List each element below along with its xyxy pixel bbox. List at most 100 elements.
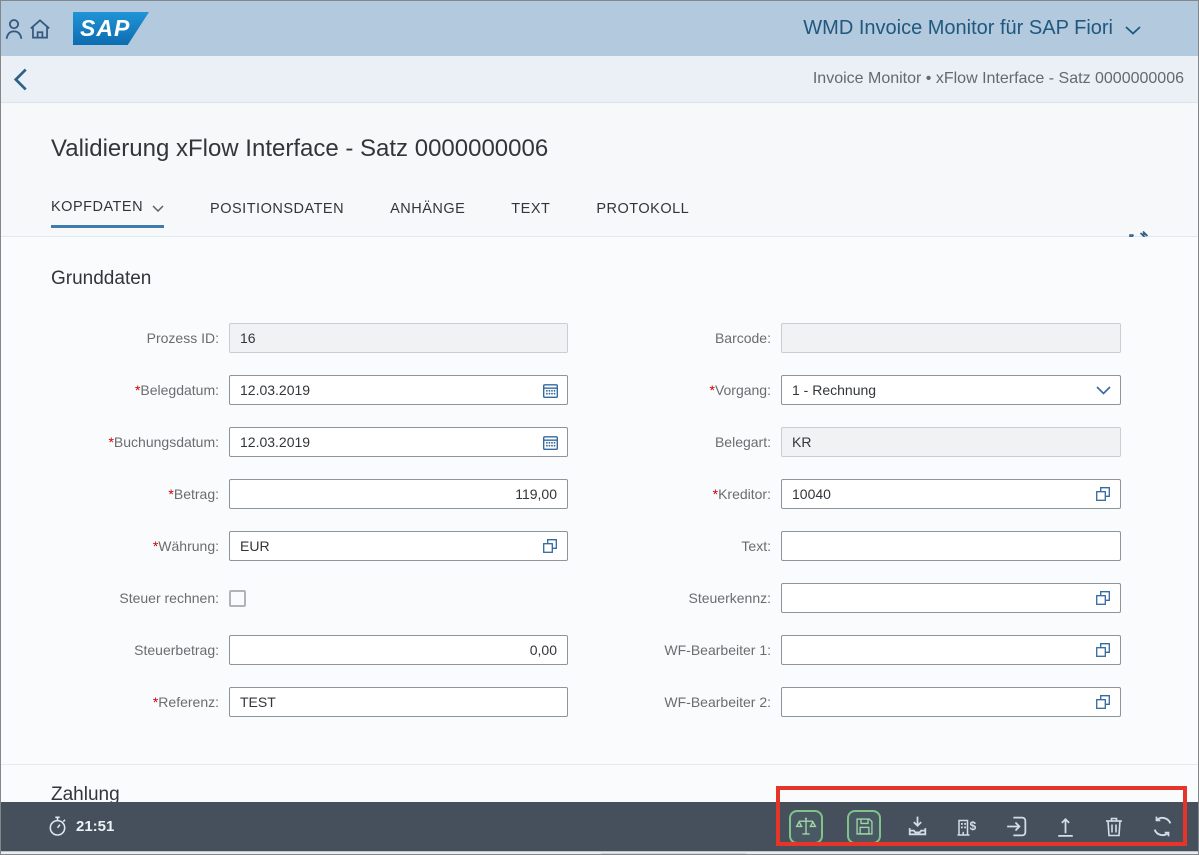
- form-column-left: Prozess ID: *Belegdatum:: [51, 323, 568, 717]
- footer-toolbar: 21:51: [1, 802, 1199, 851]
- field-label: *Buchungsdatum:: [51, 434, 219, 450]
- chevron-down-icon: [152, 205, 164, 212]
- steuerbetrag-input[interactable]: [229, 635, 568, 665]
- field-referenz: *Referenz:: [51, 687, 568, 717]
- field-waehrung: *Währung:: [51, 531, 568, 561]
- field-label: *Belegdatum:: [51, 382, 219, 398]
- field-buchungsdatum: *Buchungsdatum:: [51, 427, 568, 457]
- field-label: Steuerbetrag:: [51, 642, 219, 658]
- tab-strip: KOPFDATEN POSITIONSDATEN ANHÄNGE TEXT PR…: [51, 199, 1198, 228]
- field-label: *Währung:: [51, 538, 219, 554]
- calendar-icon[interactable]: [533, 428, 567, 456]
- prozess-id-input: [229, 323, 568, 353]
- tab-text[interactable]: TEXT: [511, 199, 550, 228]
- field-belegdatum: *Belegdatum:: [51, 375, 568, 405]
- delete-button[interactable]: [1102, 814, 1126, 839]
- timer-value: 21:51: [76, 818, 114, 835]
- field-betrag: *Betrag:: [51, 479, 568, 509]
- form-column-right: Barcode: *Vorgang: Belegart: *K: [611, 323, 1121, 717]
- steuerkennz-input[interactable]: [781, 583, 1121, 613]
- betrag-input[interactable]: [229, 479, 568, 509]
- field-label: Barcode:: [611, 330, 771, 346]
- transfer-button[interactable]: [1004, 814, 1029, 839]
- upload-button[interactable]: [1053, 814, 1078, 839]
- field-label: Steuerkennz:: [611, 590, 771, 606]
- field-label: *Vorgang:: [611, 382, 771, 398]
- value-help-icon[interactable]: [533, 532, 567, 560]
- buchungsdatum-input[interactable]: [229, 427, 568, 457]
- field-label: *Betrag:: [51, 486, 219, 502]
- field-label: WF-Bearbeiter 2:: [611, 694, 771, 710]
- wf-bearbeiter-2-input[interactable]: [781, 687, 1121, 717]
- field-prozess-id: Prozess ID:: [51, 323, 568, 353]
- referenz-input[interactable]: [229, 687, 568, 717]
- download-tray-icon: [905, 814, 930, 839]
- field-wf-bearbeiter-2: WF-Bearbeiter 2:: [611, 687, 1121, 717]
- belegdatum-input[interactable]: [229, 375, 568, 405]
- field-label: Prozess ID:: [51, 330, 219, 346]
- page-title: Validierung xFlow Interface - Satz 00000…: [51, 103, 1198, 163]
- user-profile-button[interactable]: [1, 15, 27, 43]
- waehrung-input[interactable]: [229, 531, 568, 561]
- tab-label: PROTOKOLL: [596, 201, 689, 217]
- section-title-grunddaten: Grunddaten: [51, 268, 1198, 290]
- field-steuer-rechnen: Steuer rechnen:: [51, 583, 568, 613]
- chevron-left-icon: [13, 68, 28, 91]
- field-steuerkennz: Steuerkennz:: [611, 583, 1121, 613]
- steuer-rechnen-checkbox[interactable]: [229, 590, 246, 607]
- field-text: Text:: [611, 531, 1121, 561]
- chevron-down-icon: [1125, 23, 1141, 35]
- belegart-input: [781, 427, 1121, 457]
- section-divider: [1, 764, 1198, 765]
- recording-timer: 21:51: [47, 815, 114, 838]
- sync-arrows-icon: [1150, 814, 1175, 839]
- tab-label: POSITIONSDATEN: [210, 201, 344, 217]
- app-window: SAP WMD Invoice Monitor für SAP Fiori In…: [0, 0, 1199, 855]
- trash-icon: [1102, 814, 1126, 839]
- simulate-button[interactable]: [789, 810, 823, 844]
- field-label: Steuer rechnen:: [51, 590, 219, 606]
- svg-text:$: $: [970, 819, 977, 833]
- field-steuerbetrag: Steuerbetrag:: [51, 635, 568, 665]
- stopwatch-icon: [47, 815, 68, 838]
- kreditor-input[interactable]: [781, 479, 1121, 509]
- person-icon: [1, 15, 27, 43]
- tab-label: ANHÄNGE: [390, 201, 465, 217]
- breadcrumb: Invoice Monitor • xFlow Interface - Satz…: [813, 70, 1184, 88]
- building-dollar-icon: $: [954, 814, 980, 839]
- download-button[interactable]: [905, 814, 930, 839]
- value-help-icon[interactable]: [1086, 688, 1120, 716]
- field-belegart: Belegart:: [611, 427, 1121, 457]
- save-button[interactable]: [847, 810, 881, 844]
- barcode-input: [781, 323, 1121, 353]
- field-vorgang: *Vorgang:: [611, 375, 1121, 405]
- home-button[interactable]: [27, 16, 53, 42]
- tab-protokoll[interactable]: PROTOKOLL: [596, 199, 689, 228]
- calendar-icon[interactable]: [533, 376, 567, 404]
- page-header: Validierung xFlow Interface - Satz 00000…: [1, 103, 1198, 237]
- field-label: WF-Bearbeiter 1:: [611, 642, 771, 658]
- chevron-down-icon[interactable]: [1086, 376, 1120, 404]
- footer-tools: $: [789, 810, 1175, 844]
- value-help-icon[interactable]: [1086, 480, 1120, 508]
- sap-logo-text: SAP: [80, 15, 130, 42]
- text-input[interactable]: [781, 531, 1121, 561]
- scales-icon: [795, 816, 817, 838]
- tab-anhaenge[interactable]: ANHÄNGE: [390, 199, 465, 228]
- vorgang-select[interactable]: [781, 375, 1121, 405]
- refresh-button[interactable]: [1150, 814, 1175, 839]
- value-help-icon[interactable]: [1086, 636, 1120, 664]
- app-title-menu[interactable]: WMD Invoice Monitor für SAP Fiori: [803, 1, 1141, 56]
- payment-button[interactable]: $: [954, 814, 980, 839]
- form-content: Grunddaten Prozess ID: *Belegdatum:: [1, 237, 1198, 855]
- value-help-icon[interactable]: [1086, 584, 1120, 612]
- field-kreditor: *Kreditor:: [611, 479, 1121, 509]
- tab-kopfdaten[interactable]: KOPFDATEN: [51, 199, 164, 228]
- sap-logo: SAP: [73, 12, 149, 45]
- navigation-bar: Invoice Monitor • xFlow Interface - Satz…: [1, 56, 1198, 103]
- bottom-edge-strip: [1, 851, 1199, 855]
- back-button[interactable]: [13, 68, 28, 91]
- wf-bearbeiter-1-input[interactable]: [781, 635, 1121, 665]
- tab-positionsdaten[interactable]: POSITIONSDATEN: [210, 199, 344, 228]
- tab-label: TEXT: [511, 201, 550, 217]
